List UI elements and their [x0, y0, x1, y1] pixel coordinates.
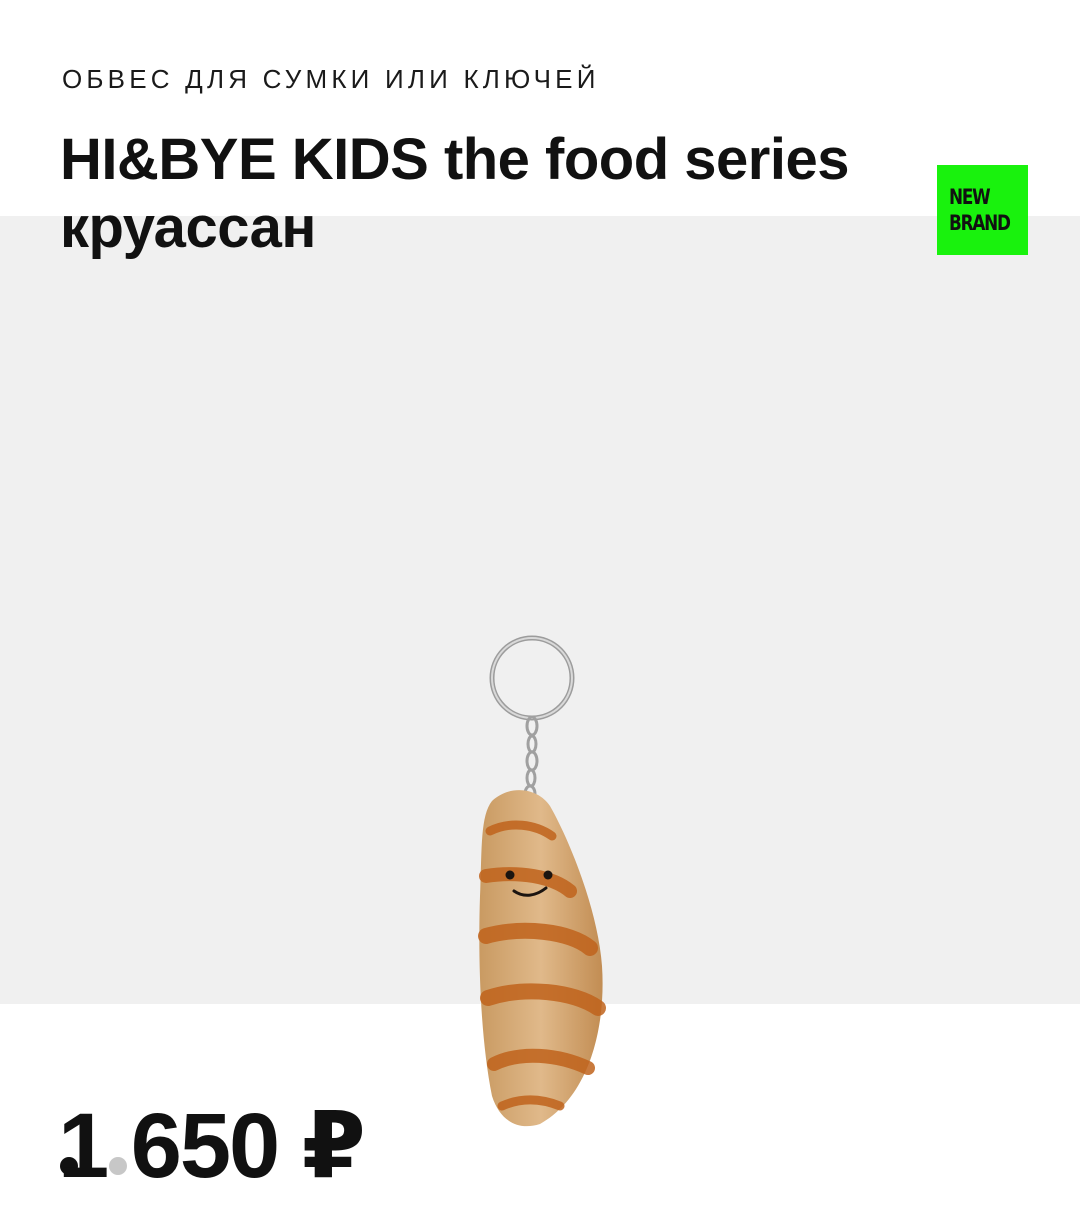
badge-line-1: NEW	[949, 185, 991, 209]
product-card: ОБВЕС ДЛЯ СУМКИ ИЛИ КЛЮЧЕЙ HI&BYE KIDS t…	[0, 0, 1080, 1230]
product-price: 1 650 ₽	[58, 1095, 366, 1197]
product-image[interactable]	[440, 626, 640, 1136]
image-gallery[interactable]	[0, 216, 1080, 1175]
product-category: ОБВЕС ДЛЯ СУМКИ ИЛИ КЛЮЧЕЙ	[62, 64, 600, 94]
new-brand-badge: NEW BRAND	[937, 165, 1028, 255]
badge-line-2: BRAND	[949, 211, 1011, 235]
product-title: HI&BYE KIDS the food series круассан	[60, 126, 920, 262]
product-title-line-1: HI&BYE KIDS the food series	[60, 127, 849, 192]
product-title-line-2: круассан	[60, 195, 316, 260]
